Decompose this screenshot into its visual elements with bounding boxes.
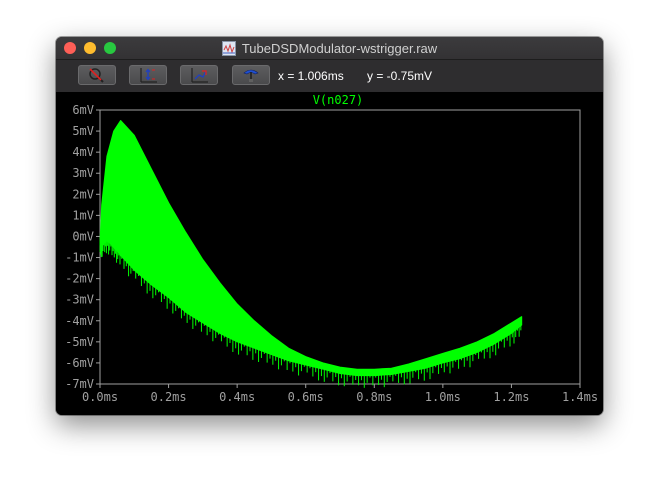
waveform-chart[interactable]: V(n027) 6mV 5mV 4mV 3mV 2mV 1mV 0mV -1mV -2mV -3m… [56, 92, 603, 415]
trace-envelope [99, 120, 523, 377]
y-tick-label: -6mV [65, 356, 94, 370]
plot-window: TubeDSDModulator-wstrigger.raw x = 1.006… [56, 37, 603, 415]
y-tick-label: -5mV [65, 335, 94, 349]
zoom-reset-icon [89, 68, 104, 83]
x-tick-label: 0.2ms [151, 390, 187, 404]
x-tick-label: 0.8ms [356, 390, 392, 404]
y-tick-label: -1mV [65, 251, 94, 265]
title-bar[interactable]: TubeDSDModulator-wstrigger.raw [56, 37, 603, 60]
x-tick-label: 1.2ms [493, 390, 529, 404]
waveform-document-icon [221, 40, 236, 56]
plot-area[interactable]: V(n027) 6mV 5mV 4mV 3mV 2mV 1mV 0mV -1mV -2mV -3m… [56, 92, 603, 415]
autorange-y-button[interactable] [129, 65, 167, 85]
window-title: TubeDSDModulator-wstrigger.raw [241, 40, 438, 56]
zoom-out-icon [191, 68, 208, 83]
y-tick-label: 3mV [72, 166, 94, 180]
zoom-window-button[interactable] [104, 42, 116, 54]
zoom-out-button[interactable] [180, 65, 218, 85]
cursor-x-readout: x = 1.006ms [278, 69, 344, 83]
x-tick-label: 1.4ms [562, 390, 598, 404]
chart-title: V(n027) [313, 93, 364, 107]
autorange-y-icon [140, 68, 157, 83]
cursor-y-readout: y = -0.75mV [367, 69, 433, 83]
y-tick-label: -2mV [65, 272, 94, 286]
y-tick-label: -7mV [65, 377, 94, 391]
y-tick-label: 1mV [72, 208, 94, 222]
cursor-probe-icon [243, 69, 259, 82]
y-tick-label: 2mV [72, 187, 94, 201]
y-tick-label: 4mV [72, 145, 94, 159]
minimize-window-button[interactable] [84, 42, 96, 54]
x-tick-label: 0.4ms [219, 390, 255, 404]
y-tick-label: 6mV [72, 103, 94, 117]
close-window-button[interactable] [64, 42, 76, 54]
zoom-reset-button[interactable] [78, 65, 116, 85]
y-tick-label: 0mV [72, 229, 94, 243]
y-tick-label: 5mV [72, 124, 94, 138]
cursor-probe-button[interactable] [232, 65, 270, 85]
y-tick-label: -4mV [65, 314, 94, 328]
x-tick-label: 1.0ms [425, 390, 461, 404]
toolbar: x = 1.006ms y = -0.75mV [56, 60, 603, 92]
y-tick-label: -3mV [65, 293, 94, 307]
x-tick-label: 0.0ms [82, 390, 118, 404]
x-tick-label: 0.6ms [288, 390, 324, 404]
